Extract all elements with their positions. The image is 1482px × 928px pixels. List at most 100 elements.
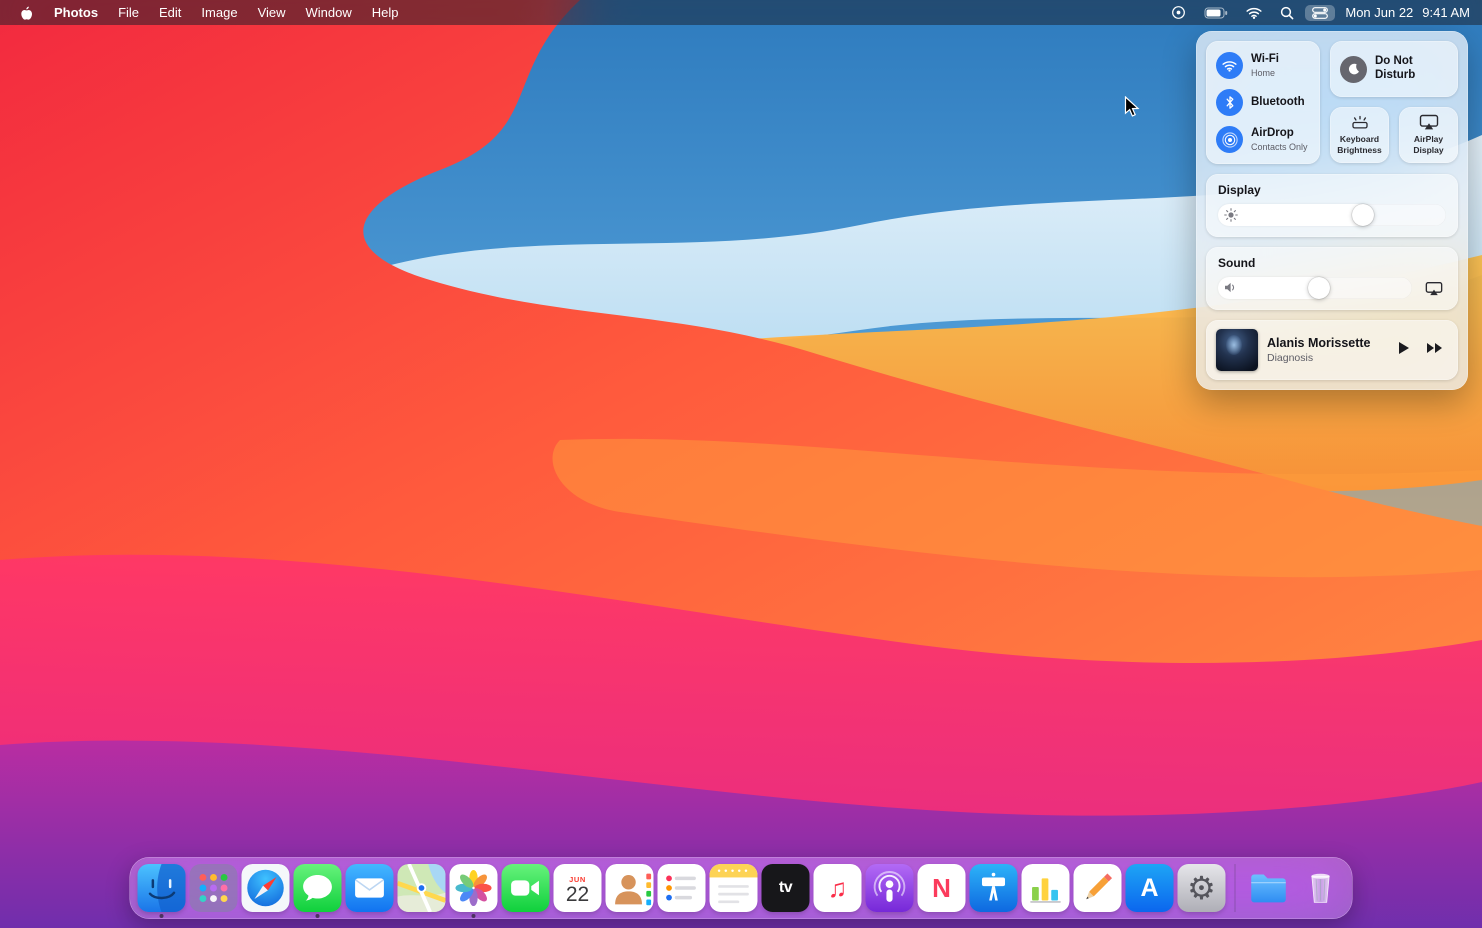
display-brightness-slider[interactable] [1218, 204, 1446, 226]
connectivity-module: Wi-Fi Home Bluetooth AirDrop Contacts On… [1206, 41, 1320, 164]
safari-icon [241, 864, 290, 912]
tv-glyph: tv [778, 879, 793, 896]
menu-image[interactable]: Image [191, 5, 247, 20]
dock-item-messages[interactable] [292, 857, 344, 919]
dock-item-safari[interactable] [240, 857, 292, 919]
keyboard-brightness-button[interactable]: Keyboard Brightness [1330, 107, 1389, 163]
dock-item-maps[interactable] [396, 857, 448, 919]
menu-window[interactable]: Window [296, 5, 362, 20]
wifi-status: Home [1251, 67, 1276, 78]
dock-item-reminders[interactable] [656, 857, 708, 919]
pages-icon [1073, 864, 1122, 912]
status-circle-icon[interactable] [1164, 3, 1193, 22]
airplay-audio-button[interactable] [1422, 277, 1446, 299]
music-subtitle: Diagnosis [1267, 352, 1314, 364]
calendar-icon: JUN 22 [553, 864, 602, 912]
bluetooth-icon [1216, 89, 1243, 116]
sound-module: Sound [1206, 247, 1458, 310]
dock-item-mail[interactable] [344, 857, 396, 919]
trash-icon [1297, 864, 1345, 912]
music-app-icon: ♫ [813, 864, 862, 912]
news-app-icon: N [917, 864, 966, 912]
dock-item-podcasts[interactable] [864, 857, 916, 919]
reminders-icon [657, 864, 706, 912]
control-center-icon[interactable] [1305, 4, 1336, 21]
battery-icon[interactable] [1197, 5, 1235, 21]
menu-view[interactable]: View [248, 5, 296, 20]
contacts-icon [605, 864, 654, 912]
menu-file[interactable]: File [108, 5, 149, 20]
dock-item-tv[interactable]: tv [760, 857, 812, 919]
dock-item-calendar[interactable]: JUN 22 [552, 857, 604, 919]
dock-item-music[interactable]: ♫ [812, 857, 864, 919]
menu-edit[interactable]: Edit [149, 5, 191, 20]
dock-item-photos[interactable] [448, 857, 500, 919]
bluetooth-label: Bluetooth [1251, 96, 1305, 109]
running-indicator [315, 914, 320, 918]
dock-item-contacts[interactable] [604, 857, 656, 919]
gear-glyph: ⚙ [1187, 870, 1216, 906]
finder-icon [137, 864, 186, 912]
control-center-panel: Wi-Fi Home Bluetooth AirDrop Contacts On… [1196, 31, 1468, 390]
airdrop-toggle[interactable]: AirDrop Contacts Only [1216, 126, 1310, 153]
dock-item-facetime[interactable] [500, 857, 552, 919]
menu-help[interactable]: Help [362, 5, 409, 20]
launchpad-icon [189, 864, 238, 912]
menu-bar: Photos File Edit Image View Window Help … [0, 0, 1482, 25]
running-indicator [471, 914, 476, 918]
podcasts-icon [865, 864, 914, 912]
menu-bar-clock[interactable]: Mon Jun 22 9:41 AM [1345, 5, 1470, 20]
dock-item-launchpad[interactable] [188, 857, 240, 919]
fast-forward-button[interactable] [1426, 341, 1444, 359]
menu-bar-time: 9:41 AM [1422, 5, 1470, 20]
apple-menu[interactable] [12, 3, 40, 23]
dock: JUN 22 tv ♫ N A ⚙ [129, 857, 1353, 919]
dock-item-notes[interactable] [708, 857, 760, 919]
play-button[interactable] [1398, 341, 1410, 360]
keyboard-brightness-icon [1351, 115, 1368, 129]
news-glyph: N [932, 872, 951, 903]
volume-slider[interactable] [1218, 277, 1412, 299]
now-playing-module: Alanis Morissette Diagnosis [1206, 320, 1458, 380]
wifi-status-icon[interactable] [1239, 5, 1269, 21]
dock-item-app-store[interactable]: A [1124, 857, 1176, 919]
dnd-label: Do Not Disturb [1375, 55, 1416, 81]
dock-separator [1234, 864, 1236, 912]
menu-photos[interactable]: Photos [44, 5, 108, 20]
dock-item-pages[interactable] [1072, 857, 1124, 919]
dock-item-keynote[interactable] [968, 857, 1020, 919]
wifi-label: Wi-Fi [1251, 53, 1279, 66]
notes-icon [709, 864, 758, 912]
album-art[interactable] [1216, 329, 1258, 371]
facetime-icon [501, 864, 550, 912]
display-module: Display [1206, 174, 1458, 237]
do-not-disturb-toggle[interactable]: Do Not Disturb [1330, 41, 1458, 97]
airplay-display-button[interactable]: AirPlay Display [1399, 107, 1458, 163]
apple-logo-icon [21, 6, 33, 20]
spotlight-icon[interactable] [1273, 4, 1301, 22]
display-slider-knob[interactable] [1352, 204, 1375, 226]
display-label: Display [1218, 183, 1261, 197]
dock-item-trash[interactable] [1295, 857, 1347, 919]
display-slider-fill [1218, 204, 1375, 226]
menu-bar-status-area: Mon Jun 22 9:41 AM [1164, 3, 1470, 22]
messages-icon [293, 864, 342, 912]
dock-item-downloads-folder[interactable] [1243, 857, 1295, 919]
tv-icon: tv [761, 864, 810, 912]
dock-item-finder[interactable] [136, 857, 188, 919]
brightness-sun-icon [1224, 208, 1238, 227]
moon-icon [1340, 55, 1367, 83]
wifi-icon [1216, 52, 1243, 79]
bluetooth-toggle[interactable]: Bluetooth [1216, 89, 1310, 116]
keyboard-brightness-label: Keyboard Brightness [1337, 133, 1382, 155]
airdrop-label: AirDrop [1251, 127, 1294, 140]
keynote-icon [969, 864, 1018, 912]
wifi-toggle[interactable]: Wi-Fi Home [1216, 52, 1310, 79]
dock-item-system-preferences[interactable]: ⚙ [1176, 857, 1228, 919]
volume-slider-knob[interactable] [1307, 277, 1330, 299]
airdrop-status: Contacts Only [1251, 141, 1308, 152]
app-store-glyph: A [1140, 873, 1159, 902]
dock-item-numbers[interactable] [1020, 857, 1072, 919]
airdrop-icon [1216, 126, 1243, 153]
dock-item-news[interactable]: N [916, 857, 968, 919]
